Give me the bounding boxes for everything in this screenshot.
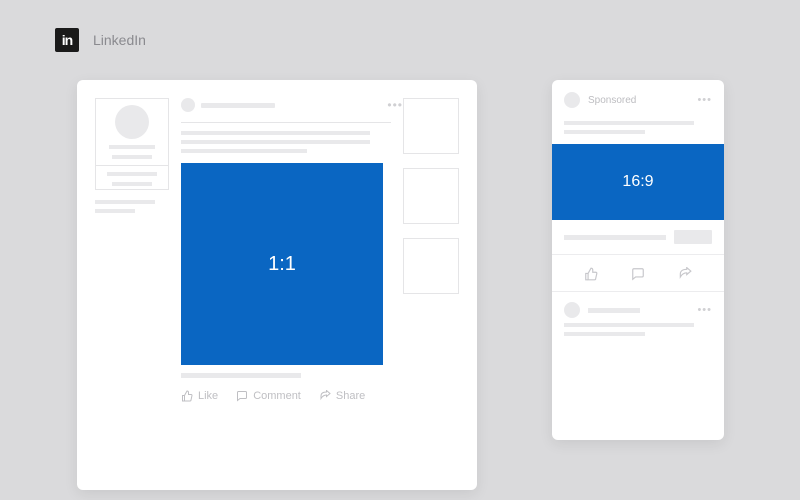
desktop-feed-post: ••• 1:1 Like Comment bbox=[181, 98, 391, 402]
share-icon bbox=[319, 390, 331, 402]
divider bbox=[96, 165, 168, 166]
placeholder-line bbox=[564, 323, 694, 327]
share-icon[interactable] bbox=[678, 267, 692, 281]
like-icon[interactable] bbox=[584, 267, 598, 281]
placeholder-line bbox=[181, 140, 370, 144]
divider bbox=[181, 122, 391, 123]
placeholder-line bbox=[112, 155, 152, 159]
logo-text: in bbox=[62, 32, 72, 48]
hero-image: 16:9 bbox=[552, 144, 724, 220]
placeholder-line bbox=[564, 121, 694, 125]
linkedin-logo-icon: in bbox=[55, 28, 79, 52]
share-label: Share bbox=[336, 390, 365, 402]
aspect-ratio-label: 16:9 bbox=[622, 173, 653, 191]
header: in LinkedIn bbox=[0, 0, 800, 52]
post-meta bbox=[552, 220, 724, 244]
overflow-icon[interactable]: ••• bbox=[697, 304, 712, 316]
post-actions: Like Comment Share bbox=[181, 390, 391, 402]
hero-image: 1:1 bbox=[181, 163, 383, 365]
desktop-left-rail bbox=[95, 98, 169, 218]
comment-label: Comment bbox=[253, 390, 301, 402]
post-avatar bbox=[564, 92, 580, 108]
share-button[interactable]: Share bbox=[319, 390, 365, 402]
placeholder-line bbox=[564, 332, 645, 336]
post-avatar bbox=[181, 98, 195, 112]
divider bbox=[552, 254, 724, 255]
cta-button[interactable] bbox=[674, 230, 712, 244]
right-rail-thumb bbox=[403, 238, 459, 294]
overflow-icon[interactable]: ••• bbox=[387, 98, 403, 112]
profile-card bbox=[95, 98, 169, 190]
overflow-icon[interactable]: ••• bbox=[697, 94, 712, 106]
post-body bbox=[564, 323, 712, 336]
right-rail-thumb bbox=[403, 168, 459, 224]
left-rail-links bbox=[95, 200, 169, 213]
placeholder-line bbox=[107, 172, 157, 176]
like-button[interactable]: Like bbox=[181, 390, 218, 402]
mobile-post: Sponsored ••• 16:9 bbox=[552, 80, 724, 336]
brand-name: LinkedIn bbox=[93, 32, 146, 48]
post-header: ••• bbox=[181, 98, 391, 112]
mobile-post-2: ••• bbox=[552, 302, 724, 336]
sponsored-label: Sponsored bbox=[588, 95, 636, 106]
placeholder-line bbox=[109, 145, 155, 149]
post-header: Sponsored ••• bbox=[552, 92, 724, 108]
placeholder-line bbox=[201, 103, 275, 108]
placeholder-line bbox=[181, 131, 370, 135]
comment-icon bbox=[236, 390, 248, 402]
placeholder-line bbox=[588, 308, 640, 313]
desktop-right-rail bbox=[403, 98, 459, 308]
post-body bbox=[552, 108, 724, 134]
desktop-mockup: ••• 1:1 Like Comment bbox=[77, 80, 477, 490]
profile-avatar bbox=[115, 105, 149, 139]
divider bbox=[552, 291, 724, 292]
placeholder-line bbox=[564, 235, 666, 240]
like-icon bbox=[181, 390, 193, 402]
right-rail-thumb bbox=[403, 98, 459, 154]
comment-button[interactable]: Comment bbox=[236, 390, 301, 402]
aspect-ratio-label: 1:1 bbox=[268, 253, 296, 276]
post-header: ••• bbox=[564, 302, 712, 318]
placeholder-line bbox=[95, 209, 135, 213]
placeholder-line bbox=[564, 130, 645, 134]
like-label: Like bbox=[198, 390, 218, 402]
placeholder-line bbox=[181, 373, 301, 378]
placeholder-line bbox=[112, 182, 152, 186]
comment-icon[interactable] bbox=[631, 267, 645, 281]
placeholder-line bbox=[95, 200, 155, 204]
mobile-mockup: Sponsored ••• 16:9 bbox=[552, 80, 724, 440]
post-actions bbox=[552, 265, 724, 281]
post-avatar bbox=[564, 302, 580, 318]
